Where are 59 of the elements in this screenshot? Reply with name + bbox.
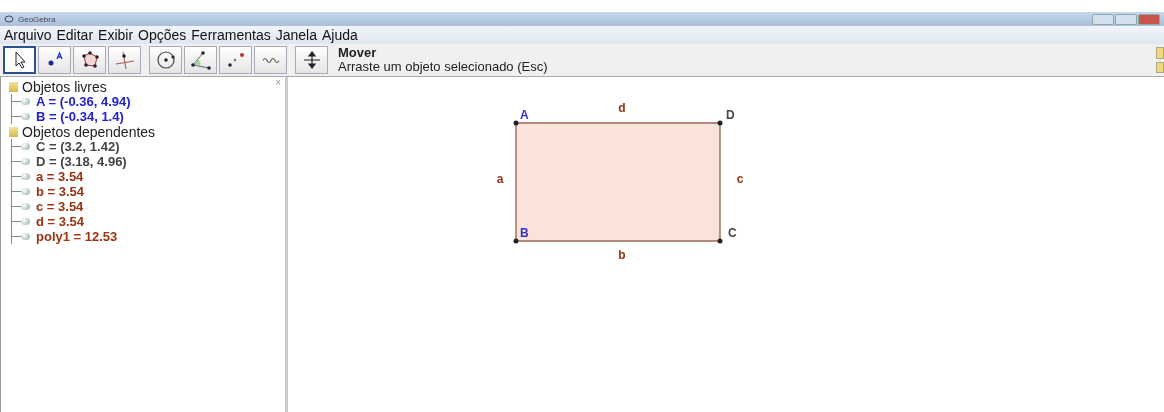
tree-connector (11, 184, 21, 199)
tool-button[interactable] (3, 46, 36, 74)
menu-item[interactable]: Opções (136, 26, 190, 44)
tool-help: Arraste um objeto selecionado (Esc) (338, 60, 548, 74)
point-label: D (726, 108, 735, 122)
menu-item[interactable]: Ferramentas (189, 26, 274, 44)
tool-button[interactable] (38, 46, 71, 74)
maximize-button[interactable] (1115, 13, 1137, 25)
point-label: A (520, 108, 529, 122)
menu-item[interactable]: Arquivo (2, 26, 55, 44)
segment-label: d (618, 101, 626, 115)
point (513, 120, 519, 126)
point (717, 238, 723, 244)
algebra-item[interactable]: A = (-0.36, 4.94) (36, 94, 131, 109)
tree-connector (11, 229, 21, 244)
side-icon[interactable] (1156, 61, 1164, 73)
app-icon (4, 14, 14, 24)
circle-icon (154, 49, 177, 71)
folder-icon (9, 81, 18, 92)
point-label: B (520, 226, 529, 240)
segment-label: a (496, 172, 504, 186)
tool-button[interactable] (73, 46, 106, 74)
algebra-item[interactable]: b = 3.54 (36, 184, 85, 199)
menu-item[interactable]: Ajuda (319, 26, 361, 44)
window-title: GeoGebra (18, 14, 56, 24)
angle-icon (189, 49, 212, 71)
algebra-item[interactable]: C = (3.2, 1.42) (36, 139, 120, 154)
tool-button[interactable] (149, 46, 182, 74)
point (513, 238, 519, 244)
algebra-item[interactable]: a = 3.54 (36, 169, 84, 184)
tool-button[interactable] (295, 46, 328, 74)
text-tool-icon (261, 56, 280, 64)
segment-label: b (618, 248, 626, 262)
folder-icon (9, 126, 18, 137)
tree-group-label[interactable]: Objetos dependentes (22, 123, 156, 140)
menu-item[interactable]: Janela (273, 26, 320, 44)
close-button[interactable] (1138, 13, 1160, 25)
lines-icon (113, 49, 136, 71)
tree-connector (11, 154, 21, 169)
algebra-item[interactable]: d = 3.54 (36, 214, 85, 229)
algebra-item[interactable]: poly1 = 12.53 (36, 229, 118, 244)
minimize-button[interactable] (1092, 13, 1114, 25)
tree-connector (11, 169, 21, 184)
algebra-item[interactable]: B = (-0.34, 1.4) (36, 109, 124, 124)
tree-group-label[interactable]: Objetos livres (22, 78, 107, 95)
tree-connector (11, 214, 21, 229)
menu-item[interactable]: Editar (54, 26, 97, 44)
algebra-item[interactable]: c = 3.54 (36, 199, 84, 214)
tree-connector (11, 94, 21, 109)
point (717, 120, 723, 126)
segment-label: c (736, 172, 744, 186)
tree-connector (11, 199, 21, 214)
side-icon[interactable] (1156, 47, 1164, 59)
algebra-item[interactable]: D = (3.18, 4.96) (36, 154, 127, 169)
tree-connector (11, 139, 21, 154)
menu-item[interactable]: Exibir (96, 26, 137, 44)
tool-name: Mover (338, 46, 378, 60)
tree-connector (11, 109, 21, 124)
point-label: C (728, 226, 737, 240)
